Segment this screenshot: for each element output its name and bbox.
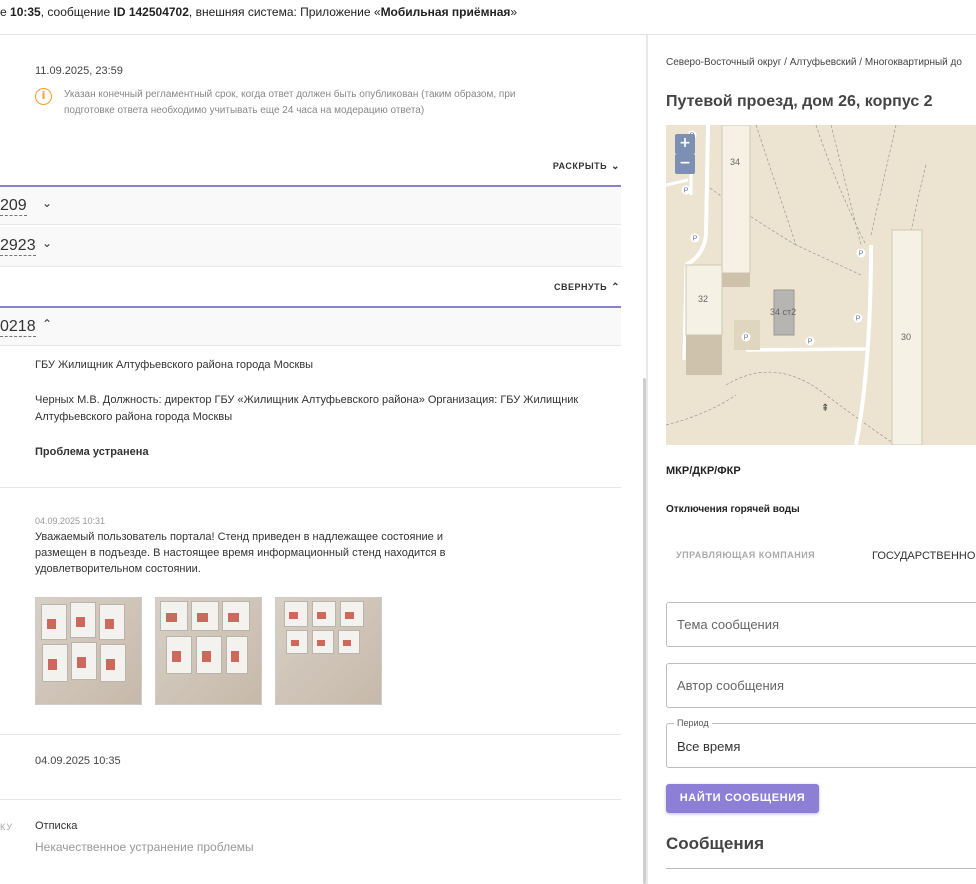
divider [0,487,621,488]
divider [0,799,621,800]
messages-title: Сообщения [666,834,764,853]
map[interactable]: 34 32 34 ст2 30 P P P P P P P ⇞ + − [666,125,976,445]
accordion-item[interactable]: 2923 ⌄ [0,227,621,267]
chevron-down-icon[interactable]: ⌄ [42,236,52,250]
expand-label: РАСКРЫТЬ [552,161,608,171]
address-title: Путевой проезд, дом 26, корпус 2 [666,93,933,110]
header-time: 10:35 [10,5,41,19]
chevron-down-icon[interactable]: ⌄ [42,196,52,210]
accordion-number[interactable]: 2923 [0,237,36,256]
divider [666,868,976,869]
deadline-info-text: Указан конечный регламентный срок, когда… [64,89,516,116]
info-icon: i [35,88,52,105]
accordion-item-open[interactable]: 0218 ⌃ [0,306,621,346]
mkr-link[interactable]: МКР/ДКР/ФКР [666,465,741,477]
divider [0,734,621,735]
period-value[interactable]: Все время [677,739,740,754]
chevron-up-icon: ⌃ [611,282,620,293]
find-messages-button[interactable]: НАЙТИ СООБЩЕНИЯ [666,784,819,813]
answer-text: Уважаемый пользователь портала! Стенд пр… [35,531,446,575]
complaint-title: Отписка [35,820,78,832]
accordion-number[interactable]: 0218 [0,318,36,337]
header-text: , внешняя система: Приложение « [188,5,381,19]
answer-photo[interactable] [155,597,262,705]
deadline-date: 11.09.2025, 23:59 [35,65,123,77]
problem-status: Проблема устранена [35,446,149,458]
scrollbar[interactable] [643,378,646,884]
collapse-button[interactable]: СВЕРНУТЬ ⌃ [554,282,620,293]
parking-label: P [744,335,749,342]
tab-state[interactable]: ГОСУДАРСТВЕННОЕ [872,550,976,562]
external-system-name: Мобильная приёмная [380,5,511,19]
parking-label: P [684,188,689,195]
expand-button[interactable]: РАСКРЫТЬ ⌄ [553,161,620,172]
complaint-subtitle: Некачественное устранение проблемы [35,840,254,854]
map-canvas: 34 32 34 ст2 30 P P P P P P P ⇞ [666,125,927,445]
zoom-in-button[interactable]: + [675,134,695,154]
building-label: 30 [901,332,911,342]
chevron-down-icon: ⌄ [611,161,620,172]
topic-field[interactable] [666,602,976,647]
parking-label: P [693,236,698,243]
message-header: е 10:35, сообщение ID 142504702, внешняя… [0,0,976,35]
period-label: Период [674,718,712,728]
parking-label: P [808,339,813,346]
accordion-number[interactable]: 209 [0,197,27,216]
author-input[interactable] [667,664,976,707]
zoom-out-button[interactable]: − [675,154,695,174]
topic-input[interactable] [667,603,976,646]
answer-photo[interactable] [275,597,382,705]
building-label: 34 [730,157,740,167]
chevron-up-icon[interactable]: ⌃ [42,317,52,331]
header-text: » [510,5,518,19]
header-text: е [0,5,11,19]
event-date: 04.09.2025 10:35 [35,755,121,767]
responsible-person: Черных М.В. Должность: директор ГБУ «Жил… [35,394,579,423]
tab-management-company[interactable]: УПРАВЛЯЮЩАЯ КОМПАНИЯ [676,550,815,560]
building-label: 32 [698,294,708,304]
message-details-panel: 11.09.2025, 23:59 i Указан конечный регл… [0,35,646,884]
answer-date: 04.09.2025 10:31 [35,516,106,526]
header-text: , сообщение [40,5,114,19]
author-field[interactable] [666,663,976,708]
address-panel: Северо-Восточный округ / Алтуфьевский / … [648,35,976,884]
parking-label: P [856,316,861,323]
breadcrumb[interactable]: Северо-Восточный округ / Алтуфьевский / … [666,57,962,68]
parking-label: P [859,251,864,258]
answer-photo[interactable] [35,597,142,705]
period-select[interactable]: Период Все время [666,718,976,768]
complaint-label: КУ [0,822,14,832]
accordion-item[interactable]: 209 ⌄ [0,185,621,225]
message-id: ID 142504702 [113,5,189,19]
hot-water-link[interactable]: Отключения горячей воды [666,504,800,515]
organization-name: ГБУ Жилищник Алтуфьевского района города… [35,359,314,371]
collapse-label: СВЕРНУТЬ [554,282,608,292]
building-label: 34 ст2 [770,307,796,317]
entrance-icon: ⇞ [821,403,829,414]
